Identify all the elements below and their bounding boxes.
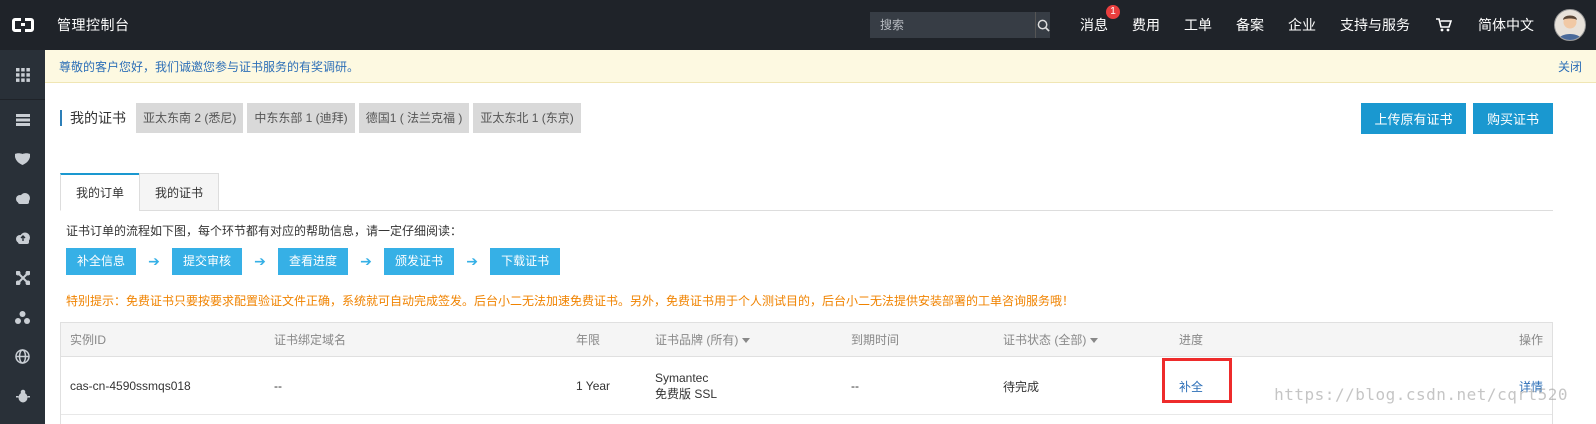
col-brand-label: 证书品牌 (所有)	[655, 333, 739, 347]
avatar[interactable]	[1554, 9, 1586, 41]
page-header: 我的证书 亚太东南 2 (悉尼) 中东东部 1 (迪拜) 德国1 ( 法兰克福 …	[60, 103, 585, 133]
arrow-right-icon: ➔	[254, 253, 266, 269]
nav-support[interactable]: 支持与服务	[1328, 15, 1422, 35]
cell-instance-id: cas-cn-4590ssmqs018	[70, 379, 191, 393]
globe-icon	[15, 349, 30, 364]
sidebar-item-security[interactable]	[0, 140, 45, 180]
logo[interactable]	[0, 0, 45, 50]
arrow-right-icon: ➔	[466, 253, 478, 269]
col-years: 年限	[576, 333, 601, 347]
col-progress: 进度	[1179, 333, 1204, 347]
notice-text[interactable]: 尊敬的客户您好，我们诚邀您参与证书服务的有奖调研。	[59, 58, 1558, 75]
aliyun-logo-icon	[11, 18, 34, 32]
nav-tickets[interactable]: 工单	[1172, 15, 1224, 35]
cross-arrows-icon	[15, 270, 30, 285]
bug-icon	[15, 389, 30, 403]
sidebar-item-monitor[interactable]	[0, 377, 45, 417]
user-avatar-icon	[1558, 15, 1582, 40]
sidebar	[0, 50, 45, 424]
caret-down-icon	[742, 338, 751, 344]
cell-brand-name: Symantec	[655, 371, 709, 385]
col-status-filter[interactable]: 证书状态 (全部)	[1003, 323, 1099, 357]
col-actions: 操作	[1518, 333, 1543, 347]
table-header: 实例ID 证书绑定域名 年限 证书品牌 (所有) 到期时间 证书状态 (全部) …	[61, 323, 1552, 357]
sidebar-item-cloud[interactable]	[0, 179, 45, 219]
cloud-icon	[15, 193, 30, 205]
nav-enterprise[interactable]: 企业	[1276, 15, 1328, 35]
col-expiry: 到期时间	[851, 333, 900, 347]
special-tip: 特别提示：免费证书只要按要求配置验证文件正确，系统就可自动完成签发。后台小二无法…	[66, 294, 1075, 308]
top-bar: 管理控制台 消息 1 费用 工单 备案 企业 支持与服务 简体中文	[0, 0, 1596, 50]
shield-icon	[15, 153, 30, 166]
flow-step-download-certificate[interactable]: 下载证书	[490, 248, 561, 275]
cloud-upload-icon	[15, 232, 30, 245]
server-icon	[15, 113, 30, 126]
highlight-box	[1162, 358, 1232, 403]
caret-down-icon	[1090, 338, 1099, 344]
tab-my-orders[interactable]: 我的订单	[60, 173, 141, 211]
sidebar-item-products[interactable]	[0, 50, 45, 100]
language-switch[interactable]: 简体中文	[1466, 15, 1546, 35]
watermark: https://blog.csdn.net/cqrt520	[1274, 385, 1568, 404]
cell-expiry: --	[851, 379, 859, 393]
region-tab-tokyo[interactable]: 亚太东北 1 (东京)	[473, 103, 581, 133]
flow-step-issue-certificate[interactable]: 颁发证书	[384, 248, 455, 275]
buy-certificate-button[interactable]: 购买证书	[1473, 103, 1553, 134]
nav-billing[interactable]: 费用	[1120, 15, 1172, 35]
tab-my-certificates[interactable]: 我的证书	[139, 173, 220, 211]
tab-bar: 我的订单 我的证书	[60, 173, 1553, 211]
col-domain: 证书绑定域名	[274, 333, 347, 347]
flow-intro: 证书订单的流程如下图，每个环节都有对应的帮助信息，请一定仔细阅读：	[66, 224, 463, 238]
region-tab-sydney[interactable]: 亚太东南 2 (悉尼)	[136, 103, 244, 133]
nav-messages[interactable]: 消息 1	[1068, 5, 1120, 35]
network-icon	[15, 310, 30, 324]
app-title[interactable]: 管理控制台	[57, 15, 130, 35]
region-tab-dubai[interactable]: 中东东部 1 (迪拜)	[247, 103, 355, 133]
nav-messages-label: 消息	[1080, 17, 1108, 33]
flow-step-submit-review[interactable]: 提交审核	[172, 248, 243, 275]
sidebar-item-servers[interactable]	[0, 100, 45, 140]
upload-certificate-button[interactable]: 上传原有证书	[1361, 103, 1466, 134]
cart-button[interactable]	[1422, 18, 1466, 32]
search-icon	[1037, 19, 1050, 32]
sidebar-item-cloud-upload[interactable]	[0, 219, 45, 259]
col-brand-filter[interactable]: 证书品牌 (所有)	[655, 323, 751, 357]
nav-icp[interactable]: 备案	[1224, 15, 1276, 35]
notice-bar: 尊敬的客户您好，我们诚邀您参与证书服务的有奖调研。 关闭	[45, 50, 1596, 83]
cell-brand-type: 免费版 SSL	[655, 387, 718, 401]
message-count-badge: 1	[1106, 5, 1120, 19]
page-title: 我的证书	[60, 110, 126, 126]
cell-brand: Symantec 免费版 SSL	[655, 357, 717, 415]
flow-steps: 补全信息 ➔ 提交审核 ➔ 查看进度 ➔ 颁发证书 ➔ 下载证书	[66, 248, 561, 275]
orders-table: 实例ID 证书绑定域名 年限 证书品牌 (所有) 到期时间 证书状态 (全部) …	[60, 322, 1553, 424]
cell-domain: --	[274, 379, 282, 393]
arrow-right-icon: ➔	[360, 253, 372, 269]
notice-close-button[interactable]: 关闭	[1558, 58, 1582, 75]
cell-status: 待完成	[1003, 379, 1040, 394]
search-button[interactable]	[1035, 12, 1050, 38]
sidebar-item-global[interactable]	[0, 337, 45, 377]
flow-step-complete-info[interactable]: 补全信息	[66, 248, 137, 275]
region-tab-frankfurt[interactable]: 德国1 ( 法兰克福 )	[358, 103, 470, 133]
sidebar-item-network[interactable]	[0, 298, 45, 338]
arrow-right-icon: ➔	[148, 253, 160, 269]
cart-icon	[1436, 18, 1452, 32]
search-box	[870, 12, 1050, 38]
search-input[interactable]	[870, 12, 1035, 38]
grid-icon	[15, 67, 30, 82]
col-status-label: 证书状态 (全部)	[1003, 333, 1087, 347]
col-instance-id: 实例ID	[70, 333, 107, 347]
flow-step-view-progress[interactable]: 查看进度	[278, 248, 349, 275]
cell-years: 1 Year	[576, 379, 611, 393]
sidebar-item-distribution[interactable]	[0, 258, 45, 298]
